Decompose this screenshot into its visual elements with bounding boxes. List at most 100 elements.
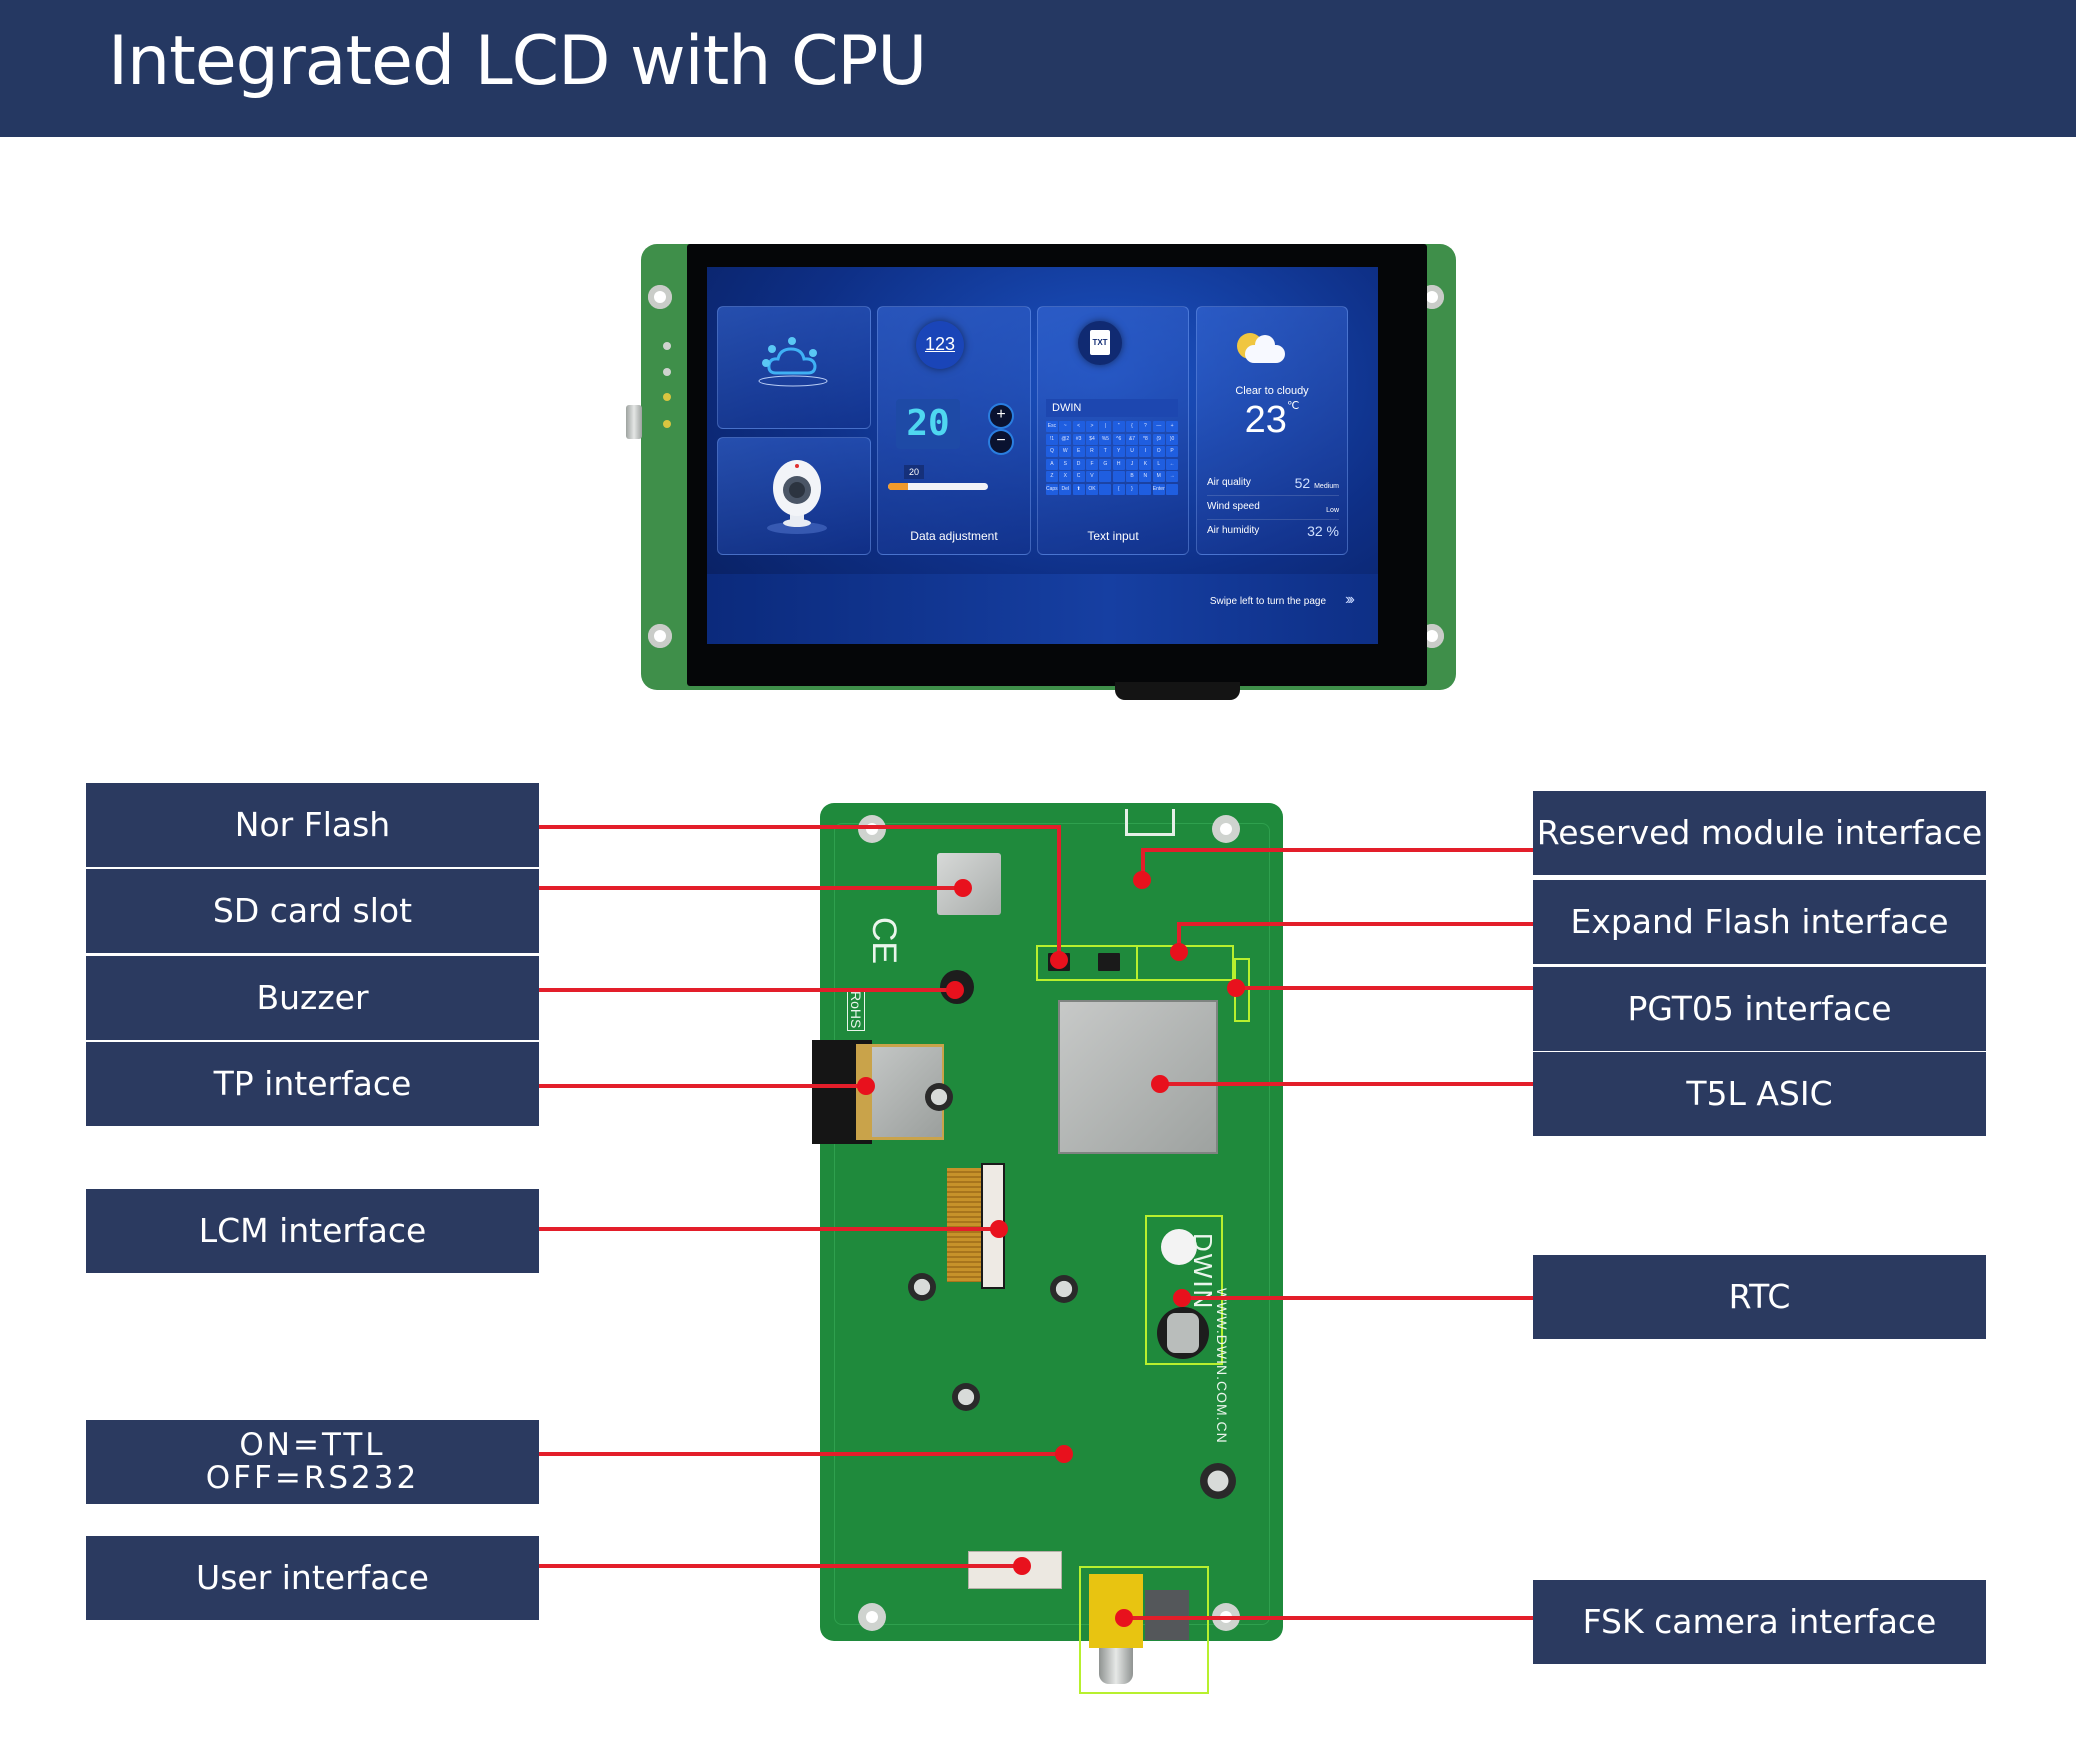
keyboard-key[interactable]: — xyxy=(1152,421,1165,432)
keyboard-key[interactable]: H xyxy=(1112,458,1125,470)
keyboard-key[interactable]: } xyxy=(1126,483,1138,495)
webcam-icon xyxy=(767,460,827,534)
keyboard-key[interactable]: O xyxy=(1152,446,1165,457)
screen-footer-band xyxy=(707,574,1378,644)
keyboard-key[interactable]: T xyxy=(1099,446,1112,457)
keyboard-key[interactable]: *8 xyxy=(1139,433,1152,445)
keyboard-key[interactable]: > xyxy=(1086,421,1098,432)
keyboard-key[interactable]: S xyxy=(1059,458,1072,470)
text-field[interactable]: DWIN xyxy=(1046,399,1178,417)
txt-file-icon: TXT xyxy=(1078,321,1122,365)
keyboard-key[interactable]: (9 xyxy=(1152,433,1165,445)
pcb-board: CE RoHS DWIN WWW.DWIN.COM.CN xyxy=(812,803,1283,1694)
keyboard-key[interactable]: + xyxy=(1166,421,1178,432)
increment-button[interactable]: + xyxy=(990,405,1012,427)
decrement-button[interactable]: − xyxy=(990,431,1012,453)
keyboard-key[interactable]: X xyxy=(1059,471,1072,482)
slider-fill xyxy=(888,483,908,490)
keyboard-key[interactable]: Del xyxy=(1059,483,1072,495)
keyboard-key[interactable] xyxy=(1166,483,1178,495)
keyboard-key[interactable]: ? xyxy=(1139,421,1152,432)
fsk-highlight-box xyxy=(1079,1566,1209,1694)
onscreen-keyboard: Esc ~ < > | "{? — + !1 @2 #3 $4 %5 ^6 &7 *8 (9)0 Q W E R T Y U I… xyxy=(1046,421,1178,495)
keyboard-key[interactable]: K xyxy=(1139,458,1152,470)
keyboard-key[interactable]: )0 xyxy=(1166,433,1178,445)
card-camera[interactable] xyxy=(717,437,871,555)
leader-line-tp-interface xyxy=(539,1084,866,1088)
keyboard-key[interactable] xyxy=(1139,483,1152,495)
card-weather[interactable]: Clear to cloudy 23℃ Air quality 52 Mediu… xyxy=(1196,306,1348,555)
keyboard-key[interactable]: @2 xyxy=(1059,433,1072,445)
keyboard-key[interactable]: &7 xyxy=(1126,433,1138,445)
page-title: Integrated LCD with CPU xyxy=(108,22,927,101)
keyboard-key[interactable]: OK xyxy=(1086,483,1098,495)
weather-row-air-humidity: Air humidity 32 % xyxy=(1207,521,1339,543)
card-data-adjustment[interactable]: 123 20 + − 20 Data adjustment xyxy=(877,306,1031,555)
keyboard-key[interactable]: ^6 xyxy=(1112,433,1125,445)
keyboard-key[interactable]: < xyxy=(1072,421,1085,432)
callout-dot-fsk-camera-interface xyxy=(1115,1609,1133,1627)
keyboard-key[interactable]: P xyxy=(1166,446,1178,457)
label-ttl-rs232-switch: ON=TTL OFF=RS232 xyxy=(86,1420,539,1504)
value-slider[interactable] xyxy=(888,483,988,490)
keyboard-key[interactable]: U xyxy=(1126,446,1138,457)
callout-dot-pgt05-interface xyxy=(1227,979,1245,997)
keyboard-key[interactable]: W xyxy=(1059,446,1072,457)
keyboard-key[interactable]: E xyxy=(1072,446,1085,457)
keyboard-key[interactable] xyxy=(1099,471,1112,482)
keyboard-key[interactable]: A xyxy=(1046,458,1058,470)
mount-hole xyxy=(858,1603,886,1631)
keyboard-key[interactable]: ~ xyxy=(1059,421,1072,432)
keyboard-key[interactable]: I xyxy=(1139,446,1152,457)
keyboard-key[interactable]: C xyxy=(1072,471,1085,482)
mount-hole xyxy=(648,285,672,309)
keyboard-key[interactable]: B xyxy=(1126,471,1138,482)
keyboard-key[interactable]: J xyxy=(1126,458,1138,470)
keyboard-key[interactable]: #3 xyxy=(1072,433,1085,445)
keyboard-key[interactable]: ← xyxy=(1166,458,1178,470)
number-badge: 123 xyxy=(916,321,964,369)
leader-line-sd-card-slot xyxy=(539,886,963,890)
label-line-2: OFF=RS232 xyxy=(205,1460,420,1496)
keyboard-key[interactable]: Esc xyxy=(1046,421,1058,432)
keyboard-key[interactable]: Enter xyxy=(1152,483,1165,495)
keyboard-key[interactable]: V xyxy=(1086,471,1098,482)
chevrons-right-icon[interactable]: ››› xyxy=(1345,591,1355,609)
keyboard-key[interactable]: L xyxy=(1152,458,1165,470)
number-display: 20 xyxy=(896,399,960,449)
keyboard-key[interactable]: !1 xyxy=(1046,433,1058,445)
keyboard-key[interactable] xyxy=(1112,471,1125,482)
keyboard-key[interactable]: { xyxy=(1112,483,1125,495)
callout-dot-rtc xyxy=(1173,1289,1191,1307)
keyboard-key[interactable]: Z xyxy=(1046,471,1058,482)
keyboard-key[interactable]: Y xyxy=(1112,446,1125,457)
rtc-battery xyxy=(1157,1307,1209,1359)
keyboard-key[interactable]: D xyxy=(1072,458,1085,470)
keyboard-key[interactable]: Caps Lock xyxy=(1046,483,1058,495)
keyboard-key[interactable]: → xyxy=(1166,471,1178,482)
keyboard-key[interactable]: G xyxy=(1099,458,1112,470)
keyboard-key[interactable]: %5 xyxy=(1099,433,1112,445)
temperature: 23℃ xyxy=(1197,399,1347,442)
keyboard-key[interactable]: $4 xyxy=(1086,433,1098,445)
keyboard-key[interactable]: Q xyxy=(1046,446,1058,457)
keyboard-key[interactable]: " xyxy=(1112,421,1125,432)
label-pgt05-interface: PGT05 interface xyxy=(1533,967,1986,1051)
keyboard-key[interactable]: R xyxy=(1086,446,1098,457)
keyboard-key[interactable]: | xyxy=(1099,421,1112,432)
card-text-input[interactable]: TXT DWIN Esc ~ < > | "{? — + !1 @2 #3 $4 %5 ^6 &7 *8 (9)… xyxy=(1037,306,1189,555)
keyboard-key[interactable]: ⬆ xyxy=(1072,483,1085,495)
keyboard-key[interactable]: N xyxy=(1139,471,1152,482)
card-iot[interactable] xyxy=(717,306,871,429)
leader-line-nor-flash xyxy=(1057,825,1061,960)
leader-line-fsk-camera-interface xyxy=(1124,1616,1533,1620)
mount-hole xyxy=(858,815,886,843)
keyboard-key[interactable]: { xyxy=(1126,421,1138,432)
cloud-icon xyxy=(1245,335,1285,363)
keyboard-key[interactable]: F xyxy=(1086,458,1098,470)
ffc-tab xyxy=(1115,682,1240,700)
keyboard-key[interactable] xyxy=(1099,483,1112,495)
row-key: Air quality xyxy=(1207,477,1251,488)
keyboard-key[interactable]: M xyxy=(1152,471,1165,482)
label-nor-flash: Nor Flash xyxy=(86,783,539,867)
